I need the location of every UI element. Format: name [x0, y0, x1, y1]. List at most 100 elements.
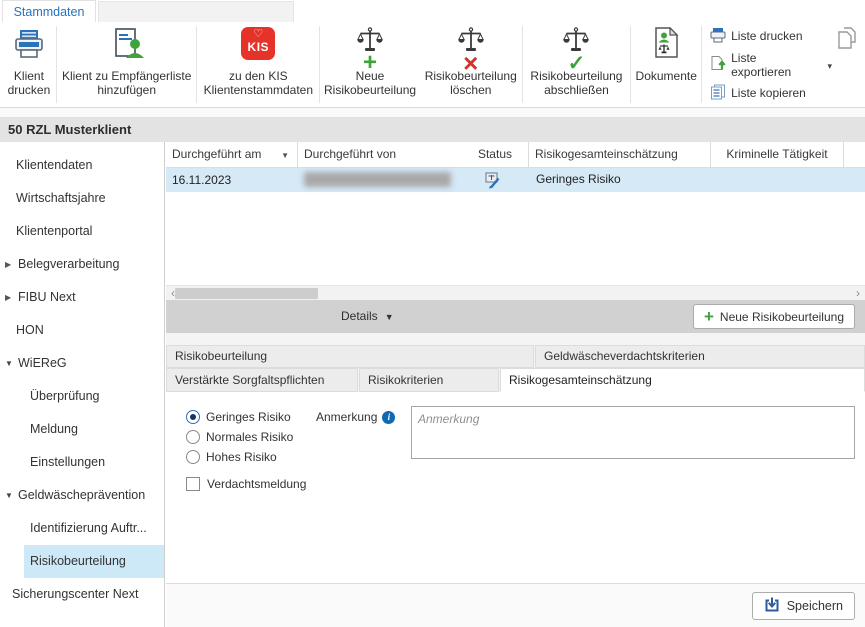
- info-icon[interactable]: [382, 411, 395, 424]
- scale-check-icon: ✓: [563, 27, 589, 67]
- sidebar-item-meldung[interactable]: Meldung: [0, 413, 164, 446]
- tab-risikogesamteinschaetzung[interactable]: Risikogesamteinschätzung: [500, 368, 865, 392]
- tab-stammdaten[interactable]: Stammdaten: [2, 0, 96, 22]
- grid-header: Durchgeführt am Durchgeführt von Status …: [166, 142, 865, 168]
- checkbox-verdachtsmeldung[interactable]: Verdachtsmeldung: [186, 477, 306, 491]
- kis-icon: ♡ KIS: [241, 27, 275, 67]
- delete-risk-assessment-button[interactable]: × Risikobeurteilung löschen: [420, 22, 522, 107]
- sidebar-item-hon[interactable]: HON: [0, 314, 164, 347]
- list-action-label: Liste drucken: [731, 29, 802, 43]
- client-add-to-list-icon: [109, 27, 145, 67]
- button-label: Klient drucken: [8, 69, 51, 97]
- plus-icon: +: [704, 308, 714, 325]
- sidebar-item-klientendaten[interactable]: Klientendaten: [0, 149, 164, 182]
- radio-normales-risiko[interactable]: Normales Risiko: [186, 429, 293, 444]
- details-toggle[interactable]: Details: [341, 300, 394, 333]
- scale-edit-icon: [484, 171, 502, 192]
- ribbon-tabstrip: Stammdaten: [0, 0, 865, 22]
- chevron-down-icon: [378, 309, 394, 323]
- finish-risk-assessment-button[interactable]: ✓ Risikobeurteilung abschließen: [523, 22, 631, 107]
- sidebar-item-klientenportal[interactable]: Klientenportal: [0, 215, 164, 248]
- scrollbar-thumb[interactable]: [175, 288, 318, 299]
- details-bar: Details + Neue Risikobeurteilung: [166, 300, 865, 333]
- risk-radio-group: Geringes Risiko Normales Risiko Hohes Ri…: [186, 409, 293, 464]
- sidebar-item-ueberpruefung[interactable]: Überprüfung: [0, 380, 164, 413]
- export-list-button[interactable]: Liste exportieren: [710, 51, 832, 79]
- sidebar-item-risikobeurteilung[interactable]: Risikobeurteilung: [24, 545, 164, 578]
- sidebar-item-geldwaeschepraevention[interactable]: Geldwäscheprävention: [0, 479, 164, 512]
- expand-arrow-icon[interactable]: [5, 479, 18, 512]
- print-list-button[interactable]: Liste drucken: [710, 27, 832, 46]
- radio-icon: [186, 450, 200, 464]
- detail-tabs-zone: Risikobeurteilung Geldwäscheverdachtskri…: [166, 333, 865, 392]
- scale-delete-icon: ×: [458, 27, 484, 67]
- checkbox-icon: [186, 477, 200, 491]
- radio-hohes-risiko[interactable]: Hohes Risiko: [186, 449, 293, 464]
- sidebar-item-sicherungscenter-next[interactable]: Sicherungscenter Next: [0, 578, 164, 611]
- tab-risikokriterien[interactable]: Risikokriterien: [359, 368, 499, 392]
- panel-footer: Speichern: [166, 583, 865, 627]
- tab-risikobeurteilung[interactable]: Risikobeurteilung: [166, 345, 534, 368]
- document-icon: [653, 27, 680, 67]
- tabstrip-empty-area: [98, 1, 294, 22]
- cell-durchgefuehrt-am: 16.11.2023: [166, 173, 237, 187]
- button-label: zu den KIS Klientenstammdaten: [204, 69, 313, 97]
- new-risk-assessment-button[interactable]: + Neue Risikobeurteilung: [320, 22, 420, 107]
- new-risk-assessment-inline-button[interactable]: + Neue Risikobeurteilung: [693, 304, 855, 329]
- save-button[interactable]: Speichern: [752, 592, 855, 620]
- sidebar-item-einstellungen[interactable]: Einstellungen: [0, 446, 164, 479]
- collapse-arrow-icon[interactable]: [5, 248, 18, 281]
- column-header-durchgefuehrt-am[interactable]: Durchgeführt am: [166, 142, 298, 167]
- export-icon: [710, 55, 726, 74]
- copy-icon: [710, 84, 726, 103]
- sidebar-item-fibu-next[interactable]: FIBU Next: [0, 281, 164, 314]
- column-header-kriminelle-taetigkeit[interactable]: Kriminelle Tätigkeit: [711, 142, 844, 167]
- list-action-label: Liste exportieren: [731, 51, 819, 79]
- scale-plus-icon: +: [357, 27, 383, 67]
- kis-client-master-data-button[interactable]: ♡ KIS zu den KIS Klientenstammdaten: [197, 22, 319, 107]
- documents-button[interactable]: Dokumente: [631, 22, 701, 107]
- scroll-right-icon[interactable]: ›: [851, 286, 865, 301]
- radio-icon: [186, 430, 200, 444]
- horizontal-scrollbar[interactable]: ‹ ›: [166, 285, 865, 300]
- tab-verstaerkte-sorgfaltspflichten[interactable]: Verstärkte Sorgfaltspflichten: [166, 368, 358, 392]
- sidebar-navigation: Klientendaten Wirtschaftsjahre Klientenp…: [0, 142, 165, 627]
- list-actions-group: Liste drucken Liste exportieren: [702, 22, 836, 107]
- chevron-down-icon[interactable]: [825, 58, 833, 72]
- main-content: Durchgeführt am Durchgeführt von Status …: [166, 142, 865, 627]
- printer-icon: [12, 27, 46, 67]
- button-label: Klient zu Empfängerliste hinzufügen: [62, 69, 191, 97]
- printer-small-icon: [710, 27, 726, 46]
- ribbon-toolbar: Klient drucken Klient zu Empfängerliste …: [0, 22, 865, 108]
- add-client-to-recipient-list-button[interactable]: Klient zu Empfängerliste hinzufügen: [57, 22, 197, 107]
- print-client-button[interactable]: Klient drucken: [2, 22, 56, 107]
- radio-geringes-risiko[interactable]: Geringes Risiko: [186, 409, 293, 424]
- list-action-label: Liste kopieren: [731, 86, 806, 100]
- anmerkung-label: Anmerkung: [316, 410, 395, 424]
- sidebar-item-belegverarbeitung[interactable]: Belegverarbeitung: [0, 248, 164, 281]
- button-label: Dokumente: [636, 69, 697, 83]
- pages-icon[interactable]: [836, 26, 857, 53]
- cell-durchgefuehrt-von-redacted: [304, 172, 451, 187]
- table-row[interactable]: 16.11.2023 Geringes Risiko: [166, 168, 865, 192]
- plus-icon: +: [363, 51, 377, 75]
- tab-geldwaescheverdachtskriterien[interactable]: Geldwäscheverdachtskriterien: [535, 345, 865, 368]
- column-header-risikogesamteinschaetzung[interactable]: Risikogesamteinschätzung: [529, 142, 711, 167]
- client-header: 50 RZL Musterklient: [0, 117, 865, 142]
- check-icon: ✓: [568, 53, 586, 74]
- cell-risikogesamteinschaetzung: Geringes Risiko: [536, 172, 621, 186]
- column-header-durchgefuehrt-von[interactable]: Durchgeführt von: [298, 142, 438, 167]
- heart-icon: ♡: [241, 29, 275, 40]
- sidebar-item-identifizierung-auftraggeber[interactable]: Identifizierung Auftr...: [0, 512, 164, 545]
- risk-assessment-panel: Geringes Risiko Normales Risiko Hohes Ri…: [166, 392, 865, 583]
- delete-x-icon: ×: [463, 50, 478, 76]
- sidebar-item-wiereg[interactable]: WiEReG: [0, 347, 164, 380]
- sidebar-item-wirtschaftsjahre[interactable]: Wirtschaftsjahre: [0, 182, 164, 215]
- ribbon-lower-strip: [0, 108, 865, 117]
- column-header-status[interactable]: Status: [438, 142, 529, 167]
- copy-list-button[interactable]: Liste kopieren: [710, 84, 832, 103]
- anmerkung-textarea[interactable]: [411, 406, 855, 459]
- expand-arrow-icon[interactable]: [5, 347, 18, 380]
- radio-icon: [186, 410, 200, 424]
- collapse-arrow-icon[interactable]: [5, 281, 18, 314]
